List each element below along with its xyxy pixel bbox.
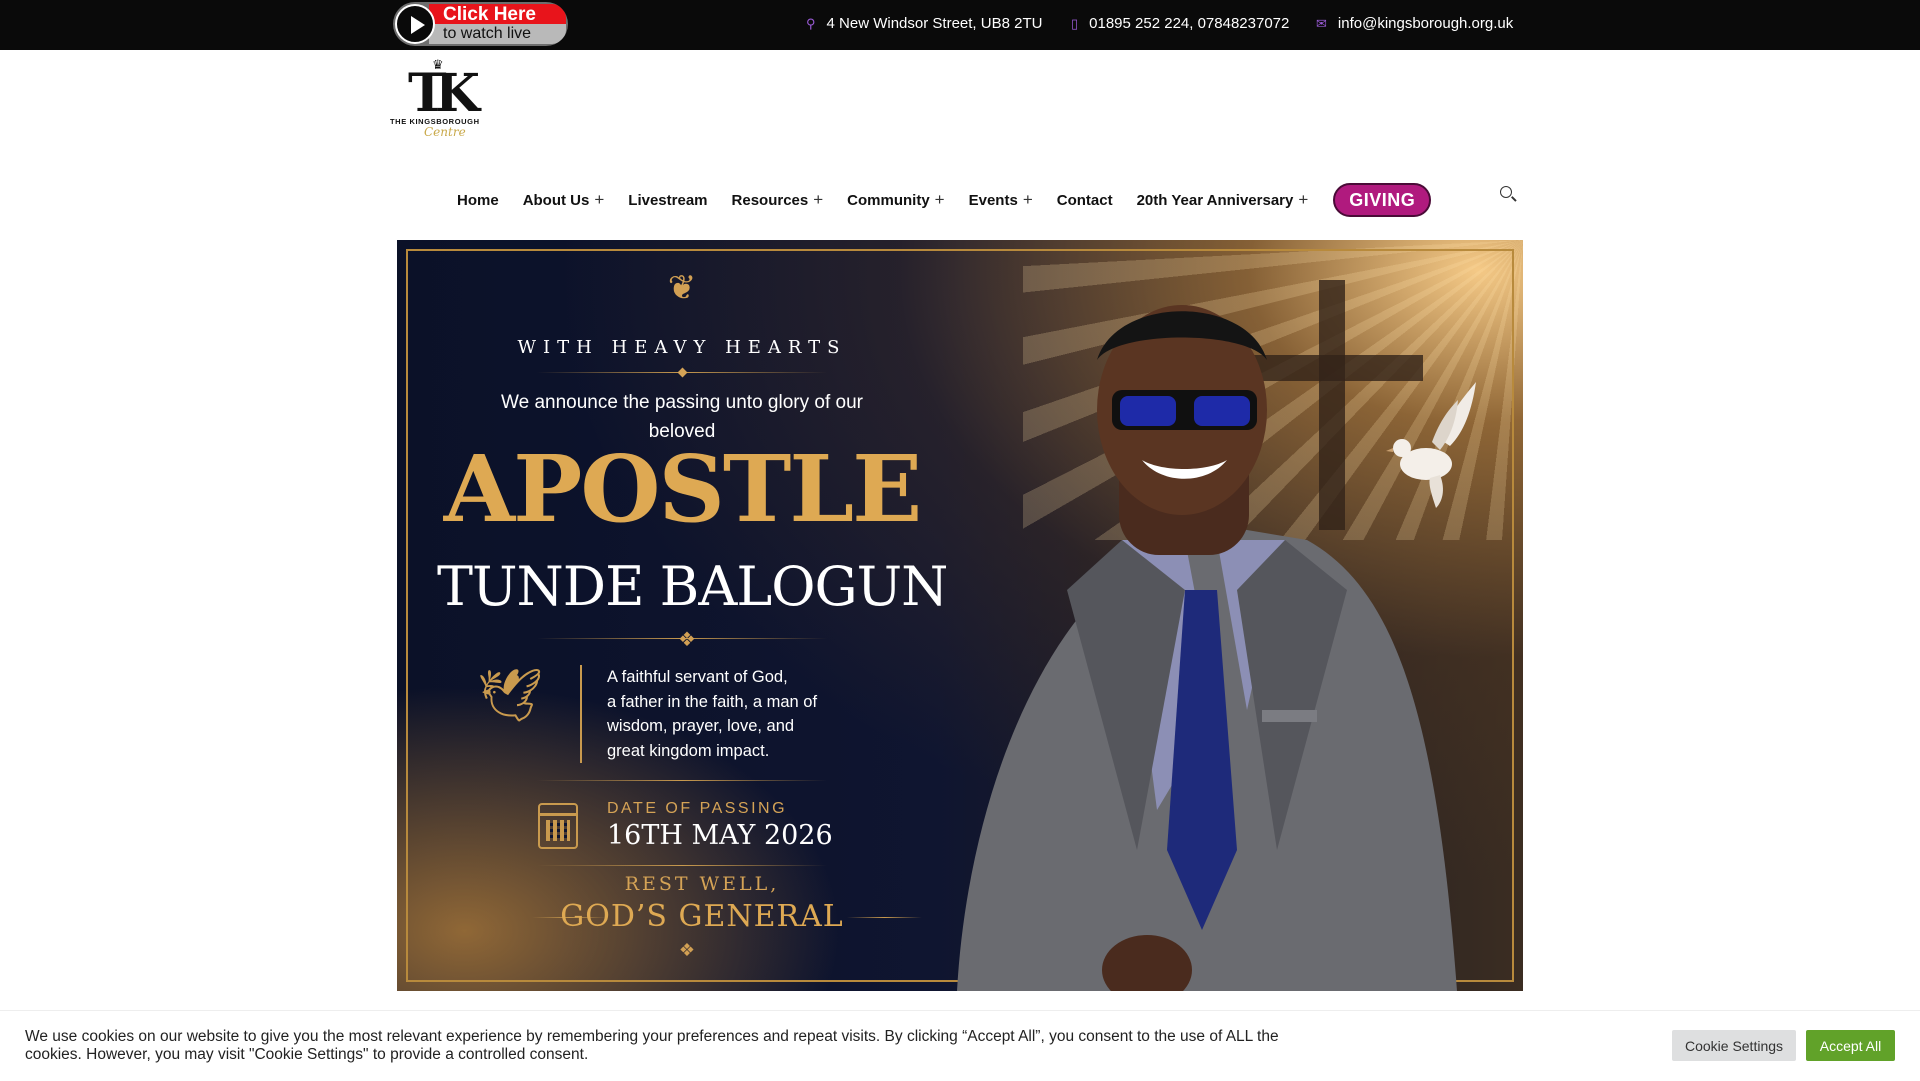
email-text: info@kingsborough.org.uk: [1337, 15, 1514, 32]
nav-label: About Us: [522, 191, 590, 209]
nav-item-about-us[interactable]: About Us +: [523, 190, 605, 210]
calendar-icon: [538, 803, 578, 849]
watch-live-button[interactable]: Click Here to watch live: [393, 2, 568, 46]
cookie-consent-bar: We use cookies on our website to give yo…: [0, 1010, 1920, 1081]
plus-icon: +: [1022, 190, 1033, 209]
phone-icon: ▯: [1071, 15, 1079, 31]
lotus-ornament-icon: ❦: [667, 269, 697, 307]
divider: [537, 780, 827, 781]
nav-item-resources[interactable]: Resources +: [732, 190, 824, 210]
plus-icon: +: [934, 190, 945, 209]
cookie-settings-button[interactable]: Cookie Settings: [1672, 1030, 1796, 1061]
bottom-ornament-icon: ❖: [678, 940, 696, 960]
gods-general-text: GOD’S GENERAL: [560, 899, 844, 934]
plus-icon: +: [1298, 190, 1309, 209]
apostle-portrait: [957, 305, 1457, 991]
scroll-ornament-icon: ❖: [678, 629, 696, 651]
address-contact: ⚲ 4 New Windsor Street, UB8 2TU: [806, 15, 1042, 32]
memorial-banner: ❦ WITH HEAVY HEARTS We announce the pass…: [397, 240, 1523, 991]
main-nav: Home About Us + Livestream Resources + Com…: [457, 183, 1432, 217]
envelope-icon: ✉: [1316, 15, 1327, 31]
play-icon: [395, 4, 435, 44]
phone-text: 01895 252 224, 07848237072: [1089, 15, 1290, 32]
banner-name: TUNDE BALOGUN: [437, 555, 948, 618]
nav-label: 20th Year Anniversary: [1136, 191, 1294, 209]
address-text: 4 New Windsor Street, UB8 2TU: [826, 15, 1043, 32]
nav-item-home[interactable]: Home: [457, 192, 499, 209]
date-value: 16TH MAY 2026: [607, 820, 833, 851]
nav-label: Events: [968, 191, 1018, 209]
map-pin-icon: ⚲: [806, 15, 816, 31]
nav-label: Livestream: [628, 191, 708, 209]
cookie-text: We use cookies on our website to give yo…: [25, 1028, 1279, 1063]
live-button-line2: to watch live: [443, 25, 532, 42]
logo-monogram: TK: [408, 63, 480, 124]
nav-item-20th-year-anniversary[interactable]: 20th Year Anniversary +: [1137, 190, 1309, 210]
nav-item-community[interactable]: Community +: [847, 190, 944, 210]
live-button-line1: Click Here: [443, 4, 536, 25]
search-icon[interactable]: [1500, 186, 1518, 204]
banner-tribute: A faithful servant of God, a father in t…: [607, 668, 818, 760]
giving-button[interactable]: GIVING: [1333, 183, 1432, 217]
plus-icon: +: [594, 190, 605, 209]
phone-contact[interactable]: ▯ 01895 252 224, 07848237072: [1071, 15, 1289, 32]
dove-outline-icon: 🕊: [476, 667, 543, 725]
email-contact[interactable]: ✉ info@kingsborough.org.uk: [1316, 15, 1513, 32]
vertical-divider: [580, 665, 582, 763]
site-logo[interactable]: ♛ TK THE KINGSBOROUGH Centre: [388, 55, 498, 147]
divider: [537, 865, 827, 866]
banner-heading: WITH HEAVY HEARTS: [517, 337, 847, 358]
top-bar: Click Here to watch live ⚲ 4 New Windsor…: [0, 0, 1920, 50]
nav-item-contact[interactable]: Contact: [1057, 192, 1113, 209]
banner-title: APOSTLE: [443, 435, 922, 543]
nav-label: Resources: [731, 191, 809, 209]
rest-well-text: REST WELL,: [624, 873, 780, 895]
accept-all-button[interactable]: Accept All: [1806, 1030, 1895, 1061]
nav-label: Home: [457, 191, 499, 209]
logo-script: Centre: [424, 125, 466, 139]
nav-item-events[interactable]: Events +: [969, 190, 1033, 210]
nav-item-livestream[interactable]: Livestream: [628, 192, 707, 209]
date-label: DATE OF PASSING: [607, 800, 788, 817]
plus-icon: +: [813, 190, 824, 209]
nav-label: Contact: [1056, 191, 1113, 209]
nav-label: Community: [847, 191, 930, 209]
